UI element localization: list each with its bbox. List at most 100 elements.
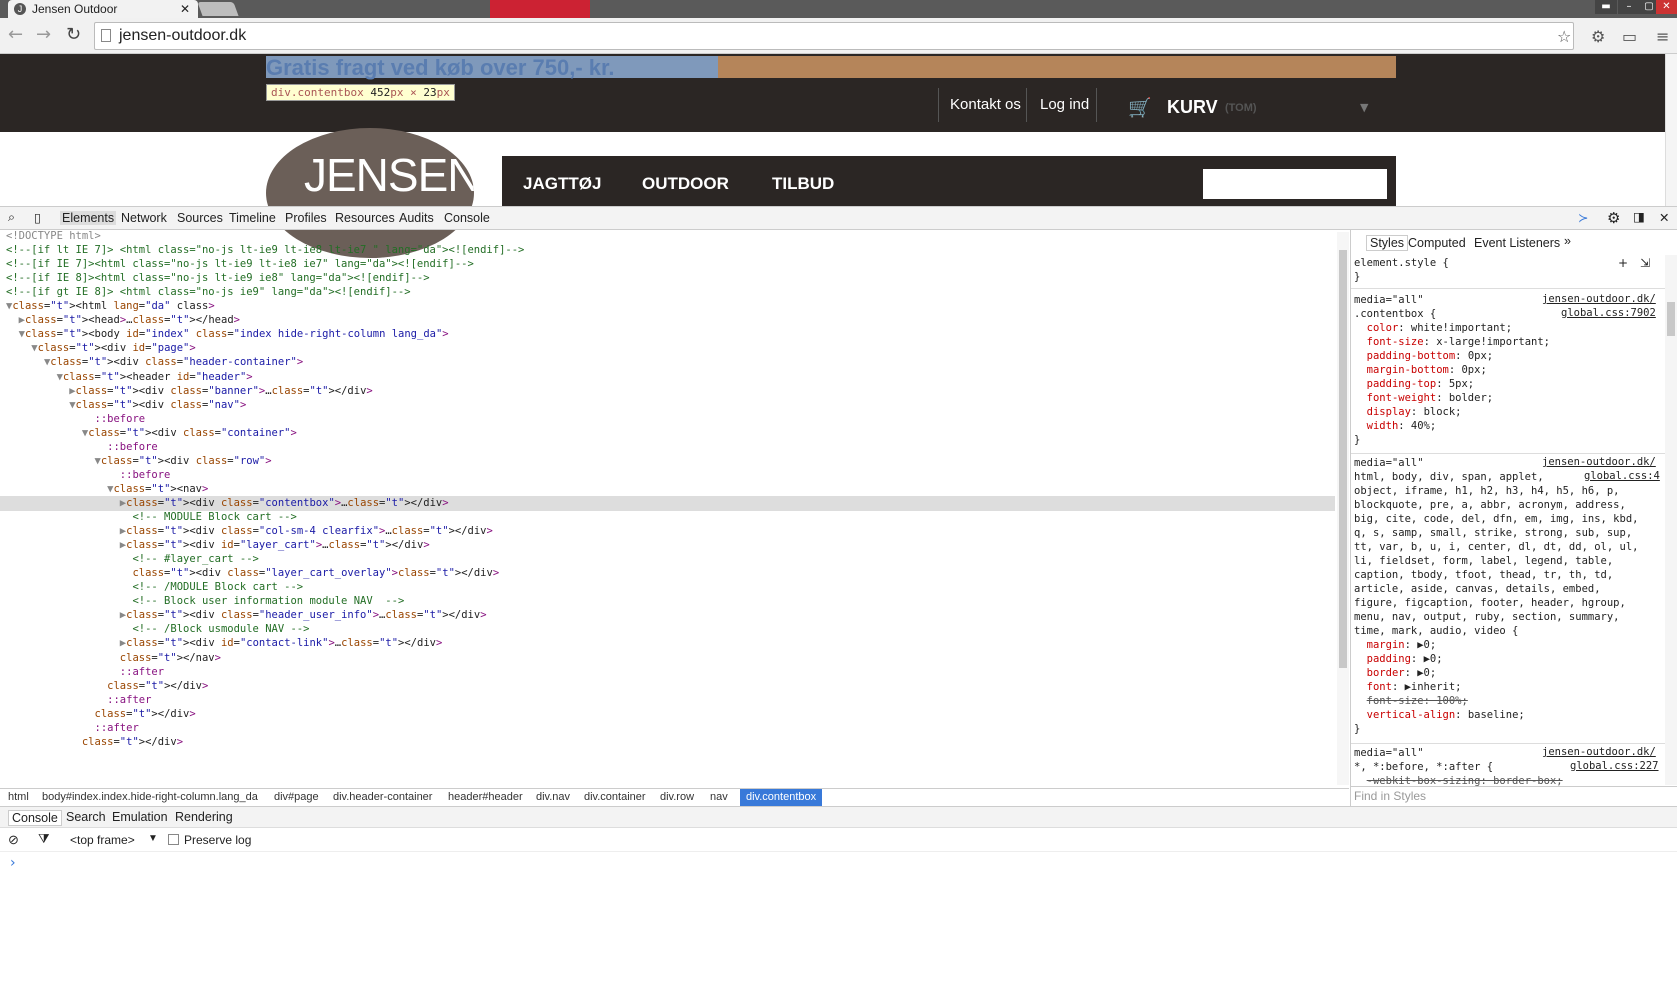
- breadcrumb-item[interactable]: div.container: [584, 791, 646, 803]
- dom-node-line[interactable]: ▶class="t"><div id="layer_cart">…class="…: [6, 538, 1337, 553]
- breadcrumb-item[interactable]: div.nav: [536, 791, 570, 803]
- dom-node-line[interactable]: ::before: [6, 412, 1337, 427]
- browser-tab[interactable]: J Jensen Outdoor ✕: [8, 0, 198, 18]
- drawer-tab-console[interactable]: Console: [8, 810, 62, 826]
- dom-node-line[interactable]: <!--[if IE 7]><html class="no-js lt-ie9 …: [6, 257, 1337, 272]
- dom-node-line[interactable]: ▼class="t"><div id="page">: [6, 341, 1337, 356]
- dom-node-line[interactable]: ▶class="t"><div id="contact-link">…class…: [6, 636, 1337, 651]
- tab-elements[interactable]: Elements: [60, 211, 117, 225]
- dom-node-line[interactable]: ::after: [6, 665, 1337, 680]
- site-search-input[interactable]: [1203, 169, 1387, 199]
- rule2-source-host[interactable]: jensen-outdoor.dk/: [1542, 456, 1656, 468]
- dom-node-line[interactable]: ▶class="t"><div class="col-sm-4 clearfix…: [6, 524, 1337, 539]
- tab-timeline[interactable]: Timeline: [229, 211, 276, 225]
- styles-scroll-thumb[interactable]: [1667, 302, 1675, 336]
- cart-label[interactable]: KURV: [1167, 97, 1218, 118]
- menu-icon[interactable]: ≡: [1656, 27, 1669, 46]
- add-rule-icon[interactable]: +: [1618, 256, 1628, 270]
- dom-node-line[interactable]: ::after: [6, 693, 1337, 708]
- rule2-source-file[interactable]: global.css:4: [1584, 470, 1660, 482]
- drawer-tab-emulation[interactable]: Emulation: [112, 810, 168, 824]
- tab-console[interactable]: Console: [444, 211, 490, 225]
- dom-node-line[interactable]: ::before: [6, 468, 1337, 483]
- dom-node-line[interactable]: class="t"></div>: [6, 707, 1337, 722]
- rule1-source-host[interactable]: jensen-outdoor.dk/: [1542, 293, 1656, 305]
- dock-icon[interactable]: ◨: [1633, 209, 1645, 224]
- more-tabs-icon[interactable]: »: [1564, 234, 1571, 248]
- dom-node-line[interactable]: <!--[if IE 8]><html class="no-js lt-ie9 …: [6, 271, 1337, 286]
- back-icon[interactable]: ←: [8, 24, 23, 45]
- drawer-tab-search[interactable]: Search: [66, 810, 106, 824]
- rule3-source-file[interactable]: global.css:227: [1570, 760, 1659, 772]
- console-prompt[interactable]: ›: [10, 855, 16, 871]
- forward-icon[interactable]: →: [36, 24, 51, 45]
- elements-tree[interactable]: <!DOCTYPE html> <!--[if lt IE 7]> <html c…: [0, 230, 1337, 787]
- extension-icon[interactable]: ⚙: [1591, 27, 1605, 46]
- tab-event-listeners[interactable]: Event Listeners: [1474, 236, 1560, 250]
- breadcrumb-item[interactable]: nav: [710, 791, 728, 803]
- dom-node-line[interactable]: ::before: [6, 440, 1337, 455]
- dom-node-line[interactable]: <!-- /MODULE Block cart -->: [6, 580, 1337, 595]
- menu-item-outdoor[interactable]: OUTDOOR: [642, 174, 729, 194]
- frame-select[interactable]: <top frame>: [70, 833, 135, 847]
- breadcrumb-item[interactable]: div.row: [660, 791, 694, 803]
- contact-link[interactable]: Kontakt os: [950, 96, 1021, 113]
- selected-node[interactable]: ▶class="t"><div class="contentbox">…clas…: [0, 495, 1335, 511]
- dom-node-line[interactable]: ▼class="t"><body id="index" class="index…: [6, 327, 1337, 342]
- tab-sources[interactable]: Sources: [177, 211, 223, 225]
- show-drawer-icon[interactable]: ≻: [1578, 210, 1588, 225]
- dom-node-line[interactable]: ▶class="t"><div class="header_user_info"…: [6, 608, 1337, 623]
- dom-node-line[interactable]: ::after: [6, 721, 1337, 736]
- dom-node-line[interactable]: ▼class="t"><div class="row">: [6, 454, 1337, 469]
- breadcrumb-item[interactable]: html: [8, 791, 29, 803]
- dom-node-line[interactable]: <!-- #layer_cart -->: [6, 552, 1337, 567]
- user-icon[interactable]: ▬: [1595, 0, 1617, 14]
- toggle-state-icon[interactable]: ⇲: [1640, 256, 1650, 270]
- tab-network[interactable]: Network: [121, 211, 167, 225]
- reset-rule[interactable]: media="all" html, body, div, span, apple…: [1354, 456, 1638, 736]
- contentbox-rule[interactable]: media="all" .contentbox { color: white!i…: [1354, 293, 1550, 447]
- tab-profiles[interactable]: Profiles: [285, 211, 327, 225]
- dom-node-line[interactable]: class="t"><div class="layer_cart_overlay…: [6, 566, 1337, 581]
- dom-node-line[interactable]: ▶class="t"><head>…class="t"></head>: [6, 313, 1337, 328]
- element-style-rule[interactable]: element.style { }: [1354, 256, 1449, 284]
- login-link[interactable]: Log ind: [1040, 96, 1089, 113]
- dom-node-line[interactable]: ▼class="t"><header id="header">: [6, 370, 1337, 385]
- dom-node-line[interactable]: class="t"></div>: [6, 679, 1337, 694]
- dom-node-line[interactable]: <!-- /Block usmodule NAV -->: [6, 622, 1337, 637]
- elements-scroll-thumb[interactable]: [1339, 250, 1347, 668]
- close-window-icon[interactable]: ✕: [1656, 0, 1677, 14]
- cart-icon[interactable]: 🛒: [1128, 96, 1152, 119]
- dom-node-line[interactable]: <!-- Block user information module NAV -…: [6, 594, 1337, 609]
- bookmark-star-icon[interactable]: ☆: [1557, 27, 1571, 46]
- dom-node-line[interactable]: <!DOCTYPE html>: [6, 230, 1337, 244]
- inspect-search-icon[interactable]: ⌕: [8, 210, 15, 225]
- chevron-down-icon[interactable]: ▼: [1360, 101, 1368, 114]
- reload-icon[interactable]: ↻: [66, 24, 81, 45]
- dom-node-line[interactable]: <!-- MODULE Block cart -->: [6, 510, 1337, 525]
- dom-node-line[interactable]: ▼class="t"><div class="nav">: [6, 398, 1337, 413]
- drawer-tab-rendering[interactable]: Rendering: [175, 810, 233, 824]
- dom-node-line[interactable]: <!--[if gt IE 8]> <html class="no-js ie9…: [6, 285, 1337, 300]
- menu-item-jagttoj[interactable]: JAGTTØJ: [523, 174, 601, 194]
- tab-audits[interactable]: Audits: [399, 211, 434, 225]
- breadcrumb-item[interactable]: div.contentbox: [740, 789, 823, 806]
- box-sizing-rule[interactable]: media="all" *, *:before, *:after { -webk…: [1354, 746, 1563, 788]
- tab-resources[interactable]: Resources: [335, 211, 395, 225]
- clear-console-icon[interactable]: ⊘: [8, 832, 19, 848]
- rule1-source-file[interactable]: global.css:7902: [1561, 307, 1656, 319]
- preserve-log-checkbox[interactable]: [168, 834, 179, 845]
- breadcrumb-item[interactable]: div.header-container: [333, 791, 432, 803]
- breadcrumb-item[interactable]: header#header: [448, 791, 523, 803]
- dom-node-line[interactable]: ▼class="t"><html lang="da" class>: [6, 299, 1337, 314]
- filter-icon[interactable]: ⧩: [38, 831, 50, 847]
- dom-node-line[interactable]: <!--[if lt IE 7]> <html class="no-js lt-…: [6, 243, 1337, 258]
- dom-node-line[interactable]: ▶class="t"><div class="banner">…class="t…: [6, 384, 1337, 399]
- rule3-source-host[interactable]: jensen-outdoor.dk/: [1542, 746, 1656, 758]
- settings-gear-icon[interactable]: ⚙: [1607, 209, 1620, 227]
- tab-computed[interactable]: Computed: [1408, 236, 1466, 250]
- breadcrumb-item[interactable]: body#index.index.hide-right-column.lang_…: [42, 791, 258, 803]
- dom-node-line[interactable]: ▼class="t"><nav>: [6, 482, 1337, 497]
- close-tab-icon[interactable]: ✕: [180, 2, 190, 16]
- cast-icon[interactable]: ▭: [1622, 27, 1637, 46]
